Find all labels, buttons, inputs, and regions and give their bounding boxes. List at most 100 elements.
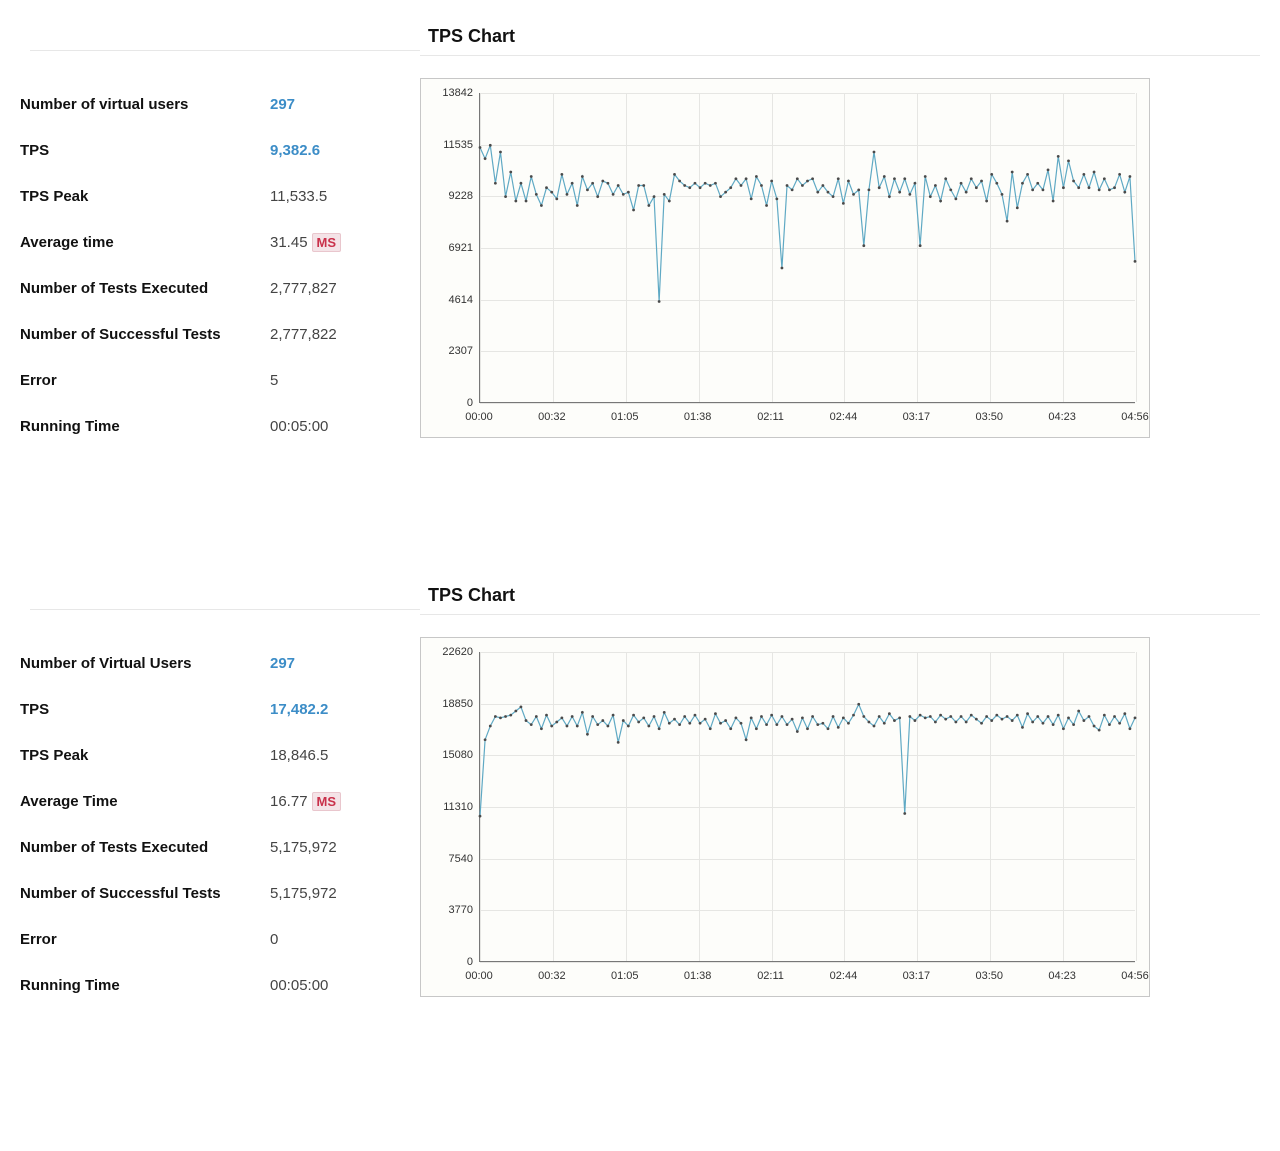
stat-row: Running Time00:05:00 [20, 403, 420, 449]
y-tick-label: 11310 [421, 801, 473, 813]
stat-row: Number of Successful Tests5,175,972 [20, 870, 420, 916]
y-tick-label: 15080 [421, 749, 473, 761]
stat-label: Average time [20, 234, 270, 251]
gridline-v [1136, 93, 1137, 402]
stat-value: 00:05:00 [270, 418, 328, 435]
stat-value: 5,175,972 [270, 839, 337, 856]
stat-value: 31.45MS [270, 233, 341, 252]
x-tick-label: 02:11 [757, 411, 784, 423]
stats-panel: Number of Virtual Users297 TPS17,482.2 TPS… [20, 569, 420, 1008]
stat-value: 0 [270, 931, 278, 948]
chart-title-underline [420, 55, 1260, 56]
x-tick-label: 01:38 [684, 411, 712, 423]
y-tick-label: 7540 [421, 853, 473, 865]
y-tick-label: 11535 [421, 139, 473, 151]
chart-title: TPS Chart [428, 585, 1260, 606]
y-tick-label: 0 [421, 397, 473, 409]
y-tick-label: 18850 [421, 698, 473, 710]
gridline-h [480, 962, 1135, 963]
tps-chart: 0 3770 7540 11310 15080 18850 22620 00:00 00:32 0… [420, 637, 1150, 997]
stat-label: Error [20, 372, 270, 389]
gridline-v [1136, 652, 1137, 961]
stat-label: Number of Tests Executed [20, 839, 270, 856]
stat-value: 297 [270, 655, 295, 672]
stat-row: Average time31.45MS [20, 219, 420, 265]
stat-row: Error0 [20, 916, 420, 962]
stats-panel: Number of virtual users297TPS9,382.6TPS … [20, 10, 420, 449]
stat-value: 11,533.5 [270, 188, 327, 205]
stat-row: Number of Virtual Users297 [20, 640, 420, 686]
chart-line [480, 652, 1135, 961]
x-tick-label: 04:56 [1121, 411, 1149, 423]
x-tick-label: 00:32 [538, 411, 566, 423]
x-tick-label: 04:23 [1048, 970, 1076, 982]
unit-badge: MS [312, 233, 342, 252]
stat-value: 9,382.6 [270, 142, 320, 159]
x-tick-label: 01:05 [611, 970, 639, 982]
stat-value: 2,777,827 [270, 280, 337, 297]
x-tick-label: 04:23 [1048, 411, 1076, 423]
x-tick-label: 03:17 [903, 411, 931, 423]
stat-label: Error [20, 931, 270, 948]
x-tick-label: 04:56 [1121, 970, 1149, 982]
y-tick-label: 3770 [421, 904, 473, 916]
stat-label: TPS Peak [20, 188, 270, 205]
stat-value: 2,777,822 [270, 326, 337, 343]
stat-row: Running Time00:05:00 [20, 962, 420, 1008]
unit-badge: MS [312, 792, 342, 811]
y-tick-label: 9228 [421, 190, 473, 202]
tps-chart: 0 2307 4614 6921 9228 11535 13842 00:00 00:32 01:… [420, 78, 1150, 438]
x-tick-label: 01:05 [611, 411, 639, 423]
stat-row: Error5 [20, 357, 420, 403]
x-tick-label: 02:44 [830, 970, 858, 982]
x-tick-label: 03:17 [903, 970, 931, 982]
plot-area [479, 93, 1135, 403]
stat-row: Number of Tests Executed5,175,972 [20, 824, 420, 870]
stat-label: Number of Tests Executed [20, 280, 270, 297]
chart-title-underline [420, 614, 1260, 615]
x-tick-label: 01:38 [684, 970, 712, 982]
result-block-1: Number of virtual users297TPS9,382.6TPS … [20, 10, 1260, 449]
stat-label: Running Time [20, 977, 270, 994]
stat-value: 00:05:00 [270, 977, 328, 994]
chart-panel: TPS Chart 0 2307 4614 6921 9228 11535 13842 00:… [420, 10, 1260, 438]
y-tick-label: 2307 [421, 345, 473, 357]
stat-value: 17,482.2 [270, 701, 328, 718]
stat-label: Number of Successful Tests [20, 885, 270, 902]
y-tick-label: 6921 [421, 242, 473, 254]
x-tick-label: 03:50 [975, 411, 1003, 423]
x-tick-label: 00:00 [465, 970, 493, 982]
stat-row: Number of Successful Tests2,777,822 [20, 311, 420, 357]
x-tick-label: 00:00 [465, 411, 493, 423]
stat-value: 16.77MS [270, 792, 341, 811]
stat-row: TPS9,382.6 [20, 127, 420, 173]
stat-label: Number of Virtual Users [20, 655, 270, 672]
stat-row: Number of virtual users297 [20, 81, 420, 127]
stat-row: TPS Peak18,846.5 [20, 732, 420, 778]
y-tick-label: 22620 [421, 646, 473, 658]
y-tick-label: 4614 [421, 294, 473, 306]
x-tick-label: 02:44 [830, 411, 858, 423]
stat-row: Number of Tests Executed2,777,827 [20, 265, 420, 311]
x-tick-label: 00:32 [538, 970, 566, 982]
stat-value: 297 [270, 96, 295, 113]
chart-panel: TPS Chart 037707540113101508018850226200… [420, 569, 1260, 997]
stat-label: Number of virtual users [20, 96, 270, 113]
y-tick-label: 13842 [421, 87, 473, 99]
gridline-h [480, 403, 1135, 404]
plot-area [479, 652, 1135, 962]
stats-divider [30, 609, 420, 610]
stat-label: TPS [20, 701, 270, 718]
stat-value: 18,846.5 [270, 747, 328, 764]
chart-title: TPS Chart [428, 26, 1260, 47]
stat-label: Average Time [20, 793, 270, 810]
stat-value: 5 [270, 372, 278, 389]
stat-value: 5,175,972 [270, 885, 337, 902]
stats-divider [30, 50, 420, 51]
stat-label: TPS Peak [20, 747, 270, 764]
x-tick-label: 02:11 [757, 970, 784, 982]
stat-row: TPS Peak11,533.5 [20, 173, 420, 219]
stat-label: Running Time [20, 418, 270, 435]
y-tick-label: 0 [421, 956, 473, 968]
stat-row: Average Time16.77MS [20, 778, 420, 824]
